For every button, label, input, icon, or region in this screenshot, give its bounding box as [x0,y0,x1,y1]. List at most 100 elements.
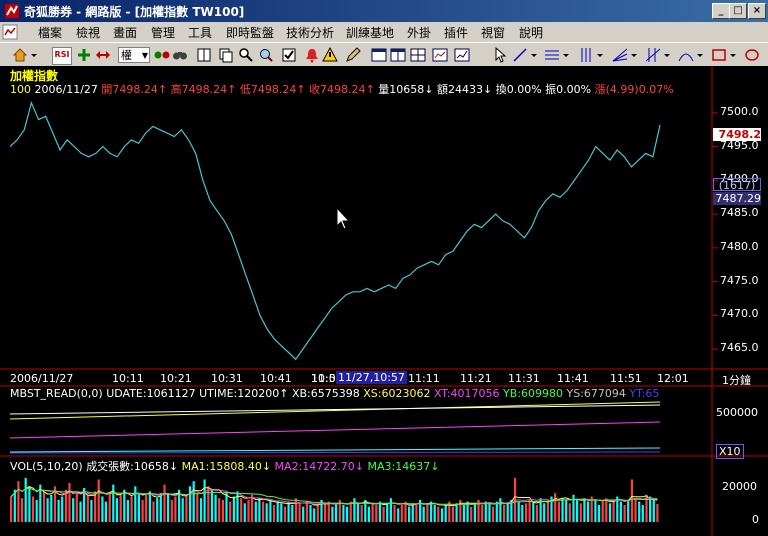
dots-icon[interactable] [154,47,170,63]
period-label[interactable]: 1分鐘 [722,372,751,388]
volume-bar [462,505,465,522]
volume-bar [411,503,414,522]
volume-bar [546,501,549,522]
layout-one-icon[interactable] [371,47,387,63]
price-axis-label: 7475.0 [720,273,759,287]
quote-volume: 量10658 [378,83,425,96]
trend-line-icon[interactable] [512,47,528,63]
volume-bar [192,481,195,522]
volume-bar [46,498,49,522]
layout-two-icon[interactable] [390,47,406,63]
volume-bar [294,498,297,522]
time-axis-label: 11:41 [557,372,589,385]
rectangle-icon[interactable] [711,47,727,63]
fan-lines-icon[interactable] [612,47,628,63]
document-icon[interactable] [2,24,18,40]
rsi-button[interactable]: RSI [52,47,72,65]
volume-bar [397,508,400,522]
indicator-line-magenta [9,421,661,439]
horizontal-lines-icon[interactable] [544,47,560,63]
indicator1-udate: UDATE:1061127 [106,387,196,400]
vertical-lines-icon[interactable] [578,47,594,63]
layout-grid-icon[interactable] [410,47,426,63]
volume-bar [240,498,243,522]
volume-bar [367,506,371,522]
rectangle-dropdown-icon[interactable] [729,47,737,63]
arc-lines-dropdown-icon[interactable] [696,47,704,63]
volume-bar [123,489,126,522]
volume-bar [627,499,630,522]
vertical-lines-dropdown-icon[interactable] [596,47,604,63]
menu-technical-analysis[interactable]: 技術分析 [286,24,334,40]
menu-view[interactable]: 檢視 [76,24,100,40]
alarm-bell-icon[interactable] [304,47,320,63]
volume-bar [309,505,312,522]
volume-bar [265,503,268,522]
menu-help[interactable]: 說明 [519,24,543,40]
menu-training[interactable]: 訓練基地 [346,24,394,40]
volume-bar [148,491,151,522]
pencil-icon[interactable] [345,47,361,63]
menu-realtime-monitor[interactable]: 即時監盤 [226,24,274,40]
volume-bar [583,498,586,522]
volume-bar [97,479,100,522]
volume-bar [163,484,166,522]
horizontal-lines-dropdown-icon[interactable] [562,47,570,63]
menu-tools[interactable]: 工具 [188,24,212,40]
switch-arrows-icon[interactable] [95,47,111,63]
volume-bar [422,506,425,522]
volume-bar [473,503,476,522]
menu-screen[interactable]: 畫面 [113,24,137,40]
menu-file[interactable]: 檔案 [38,24,62,40]
book-icon[interactable] [196,47,212,63]
indicator1-yb: YB:609980 [503,387,563,400]
indicator-line-white [9,404,661,415]
volume-bar [349,501,352,522]
zoom-icon[interactable] [238,47,254,63]
quote-info-line: 100 2006/11/27 開7498.24↑ 高7498.24↑ 低7498… [10,83,674,96]
volume-bar [225,493,228,522]
volume-bar [86,494,89,522]
menu-window[interactable]: 視窗 [481,24,505,40]
menu-manage[interactable]: 管理 [151,24,175,40]
binoculars-icon[interactable] [172,47,188,63]
home-dropdown-icon[interactable] [30,47,38,63]
volume-bar [75,493,78,522]
arc-lines-icon[interactable] [678,47,694,63]
menu-addons[interactable]: 插件 [444,24,468,40]
chart-window-2-icon[interactable] [454,47,470,63]
fan-lines-dropdown-icon[interactable] [630,47,638,63]
volume-bar [630,479,633,522]
vol-ma1-line [10,486,658,507]
copy-icon[interactable] [218,47,234,63]
volume-bar [499,498,502,522]
cursor-arrow-icon[interactable] [492,47,508,63]
magnifier-icon[interactable] [258,47,274,63]
ellipse-icon[interactable] [744,47,760,63]
chart-area[interactable]: 加權指數 100 2006/11/27 開7498.24↑ 高7498.24↑ … [0,66,768,536]
volume-bar [57,499,60,522]
volume-bar [568,503,571,522]
menu-plugins[interactable]: 外掛 [407,24,431,40]
chart-window-icon[interactable] [432,47,448,63]
warning-icon[interactable] [322,47,338,63]
volume-bar [108,493,111,522]
period-select[interactable]: 權 ▼ [118,47,150,63]
minimize-button[interactable]: _ [712,3,730,19]
quote-close: 收7498.24 [309,83,366,96]
restore-button[interactable]: □ [729,3,747,19]
volume-axis-top: 20000 [722,480,757,493]
volume-bar [652,499,655,522]
home-icon[interactable] [12,47,28,63]
volume-bar [561,498,564,522]
close-button[interactable]: × [748,3,766,19]
add-icon[interactable] [76,47,92,63]
indicator1-legend: MBST_READ(0,0) UDATE:1061127 UTIME:12020… [10,387,659,400]
volume-bar [229,501,232,522]
volume-bar [196,493,199,522]
trend-line-dropdown-icon[interactable] [530,47,538,63]
gann-lines-dropdown-icon[interactable] [663,47,671,63]
volume-bar [79,501,82,522]
gann-lines-icon[interactable] [645,47,661,63]
check-icon[interactable] [281,47,297,63]
